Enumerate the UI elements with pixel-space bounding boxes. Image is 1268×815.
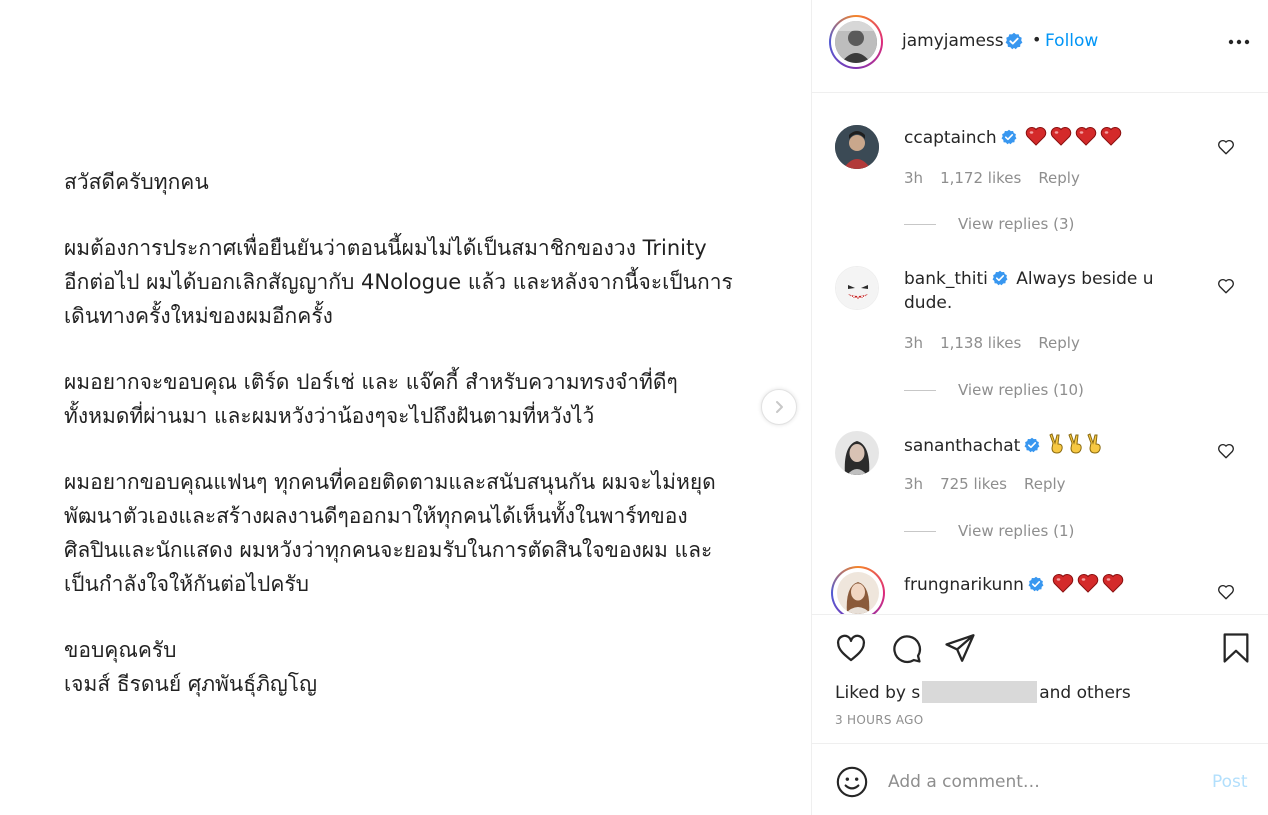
emoji-smiley-icon[interactable]: [835, 765, 869, 799]
comment-username[interactable]: ccaptainch: [904, 128, 997, 148]
avatar[interactable]: [835, 125, 879, 169]
view-replies-button[interactable]: View replies (10): [904, 381, 1084, 399]
liked-by: Liked by s and others: [835, 681, 1131, 703]
reply-button[interactable]: Reply: [1024, 475, 1066, 493]
post-paragraph-thanks-fans: ผมอยากขอบคุณแฟนๆ ทุกคนที่คอยติดตามและสนั…: [64, 470, 716, 596]
comment-likes[interactable]: 1,172 likes: [940, 169, 1021, 187]
comment-meta: 3h 725 likes Reply: [904, 475, 1083, 493]
comment-meta: 3h 1,172 likes Reply: [904, 169, 1097, 187]
liked-by-prefix: Liked by: [835, 683, 906, 703]
comments-list[interactable]: ccaptainch 3h 1,172 likes Reply View repli…: [812, 94, 1268, 614]
comment-like-heart-icon[interactable]: [1217, 277, 1235, 295]
victory-hand-icon: [1087, 433, 1101, 454]
verified-badge-icon: [1028, 576, 1044, 592]
separator-dot: •: [1032, 30, 1042, 49]
post-text: สวัสดีครับทุกคน ผมต้องการประกาศเพื่อยืนย…: [64, 165, 784, 701]
post-paragraph-thanks-members: ผมอยากจะขอบคุณ เติร์ด ปอร์เช่ และ แจ๊คกี…: [64, 370, 678, 428]
comment-username[interactable]: sananthachat: [904, 436, 1020, 456]
verified-badge-icon: [1005, 32, 1023, 50]
follow-button[interactable]: Follow: [1045, 31, 1098, 51]
liked-by-user[interactable]: s: [911, 683, 920, 703]
red-heart-icon: [1103, 574, 1124, 593]
victory-hand-icon: [1049, 433, 1063, 454]
divider-line: [904, 531, 936, 532]
post-comment-button[interactable]: Post: [1212, 772, 1248, 792]
view-replies-label: View replies (10): [958, 381, 1084, 399]
red-heart-icon: [1050, 127, 1072, 146]
post-image: สวัสดีครับทุกคน ผมต้องการประกาศเพื่อยืนย…: [0, 0, 811, 815]
red-heart-icon: [1075, 127, 1097, 146]
comment-username[interactable]: bank_thiti: [904, 269, 988, 289]
bookmark-icon[interactable]: [1219, 631, 1253, 665]
view-replies-button[interactable]: View replies (3): [904, 215, 1074, 233]
red-heart-icon: [1025, 127, 1047, 146]
post-header: jamyjamess • Follow: [812, 0, 1268, 93]
liked-by-and: and: [1039, 683, 1072, 703]
comment-likes[interactable]: 725 likes: [940, 475, 1007, 493]
comment-like-heart-icon[interactable]: [1217, 138, 1235, 156]
red-heart-icon: [1053, 574, 1074, 593]
comment-time[interactable]: 3h: [904, 475, 923, 493]
more-horizontal-icon[interactable]: [1226, 34, 1252, 50]
like-heart-icon[interactable]: [834, 631, 868, 665]
header-username[interactable]: jamyjamess: [902, 31, 1004, 51]
comment-like-heart-icon[interactable]: [1217, 442, 1235, 460]
view-replies-button[interactable]: View replies (1): [904, 522, 1074, 540]
post-actions: Liked by s and others 3 HOURS AGO: [812, 614, 1268, 743]
comment-like-heart-icon[interactable]: [1217, 583, 1235, 601]
post-paragraph-announcement: ผมต้องการประกาศเพื่อยืนยันว่าตอนนี้ผมไม่…: [64, 236, 733, 328]
red-heart-icon: [1100, 127, 1122, 146]
view-replies-label: View replies (3): [958, 215, 1075, 233]
post-signature: ขอบคุณครับ เจมส์ ธีรดนย์ ศุภพันธุ์ภิญโญ: [64, 638, 317, 696]
liked-by-others-link[interactable]: others: [1077, 683, 1131, 703]
verified-badge-icon: [992, 270, 1008, 286]
reply-button[interactable]: Reply: [1038, 169, 1080, 187]
comment-bubble-icon[interactable]: [889, 631, 923, 665]
avatar[interactable]: [835, 21, 877, 63]
red-heart-icon: [1078, 574, 1099, 593]
post-greeting: สวัสดีครับทุกคน: [64, 170, 209, 194]
comment-text: bank_thiti Always beside u dude.: [904, 267, 1194, 315]
comment-text: ccaptainch: [904, 126, 1194, 150]
view-replies-label: View replies (1): [958, 522, 1075, 540]
redacted-username: [922, 681, 1038, 703]
next-image-button[interactable]: [761, 389, 797, 425]
comment-text: frungnarikunn: [904, 573, 1194, 597]
chevron-right-icon: [776, 401, 783, 413]
post-timestamp[interactable]: 3 HOURS AGO: [835, 713, 924, 727]
verified-badge-icon: [1024, 437, 1040, 453]
share-paper-plane-icon[interactable]: [943, 631, 977, 665]
comment-time[interactable]: 3h: [904, 169, 923, 187]
comment-time[interactable]: 3h: [904, 334, 923, 352]
avatar[interactable]: [837, 572, 879, 614]
side-panel: jamyjamess • Follow ccaptainch 3h 1,172 …: [811, 0, 1268, 815]
comment-username[interactable]: frungnarikunn: [904, 575, 1024, 595]
verified-badge-icon: [1001, 129, 1017, 145]
divider-line: [904, 390, 936, 391]
reply-button[interactable]: Reply: [1038, 334, 1080, 352]
comment-meta: 3h 1,138 likes Reply: [904, 334, 1097, 352]
comment-likes[interactable]: 1,138 likes: [940, 334, 1021, 352]
divider-line: [904, 224, 936, 225]
victory-hand-icon: [1068, 433, 1082, 454]
comment-text: sananthachat: [904, 432, 1194, 458]
add-comment-bar: Post: [812, 743, 1268, 815]
avatar[interactable]: [835, 431, 879, 475]
comment-input[interactable]: [888, 768, 1198, 796]
avatar[interactable]: [835, 266, 879, 310]
